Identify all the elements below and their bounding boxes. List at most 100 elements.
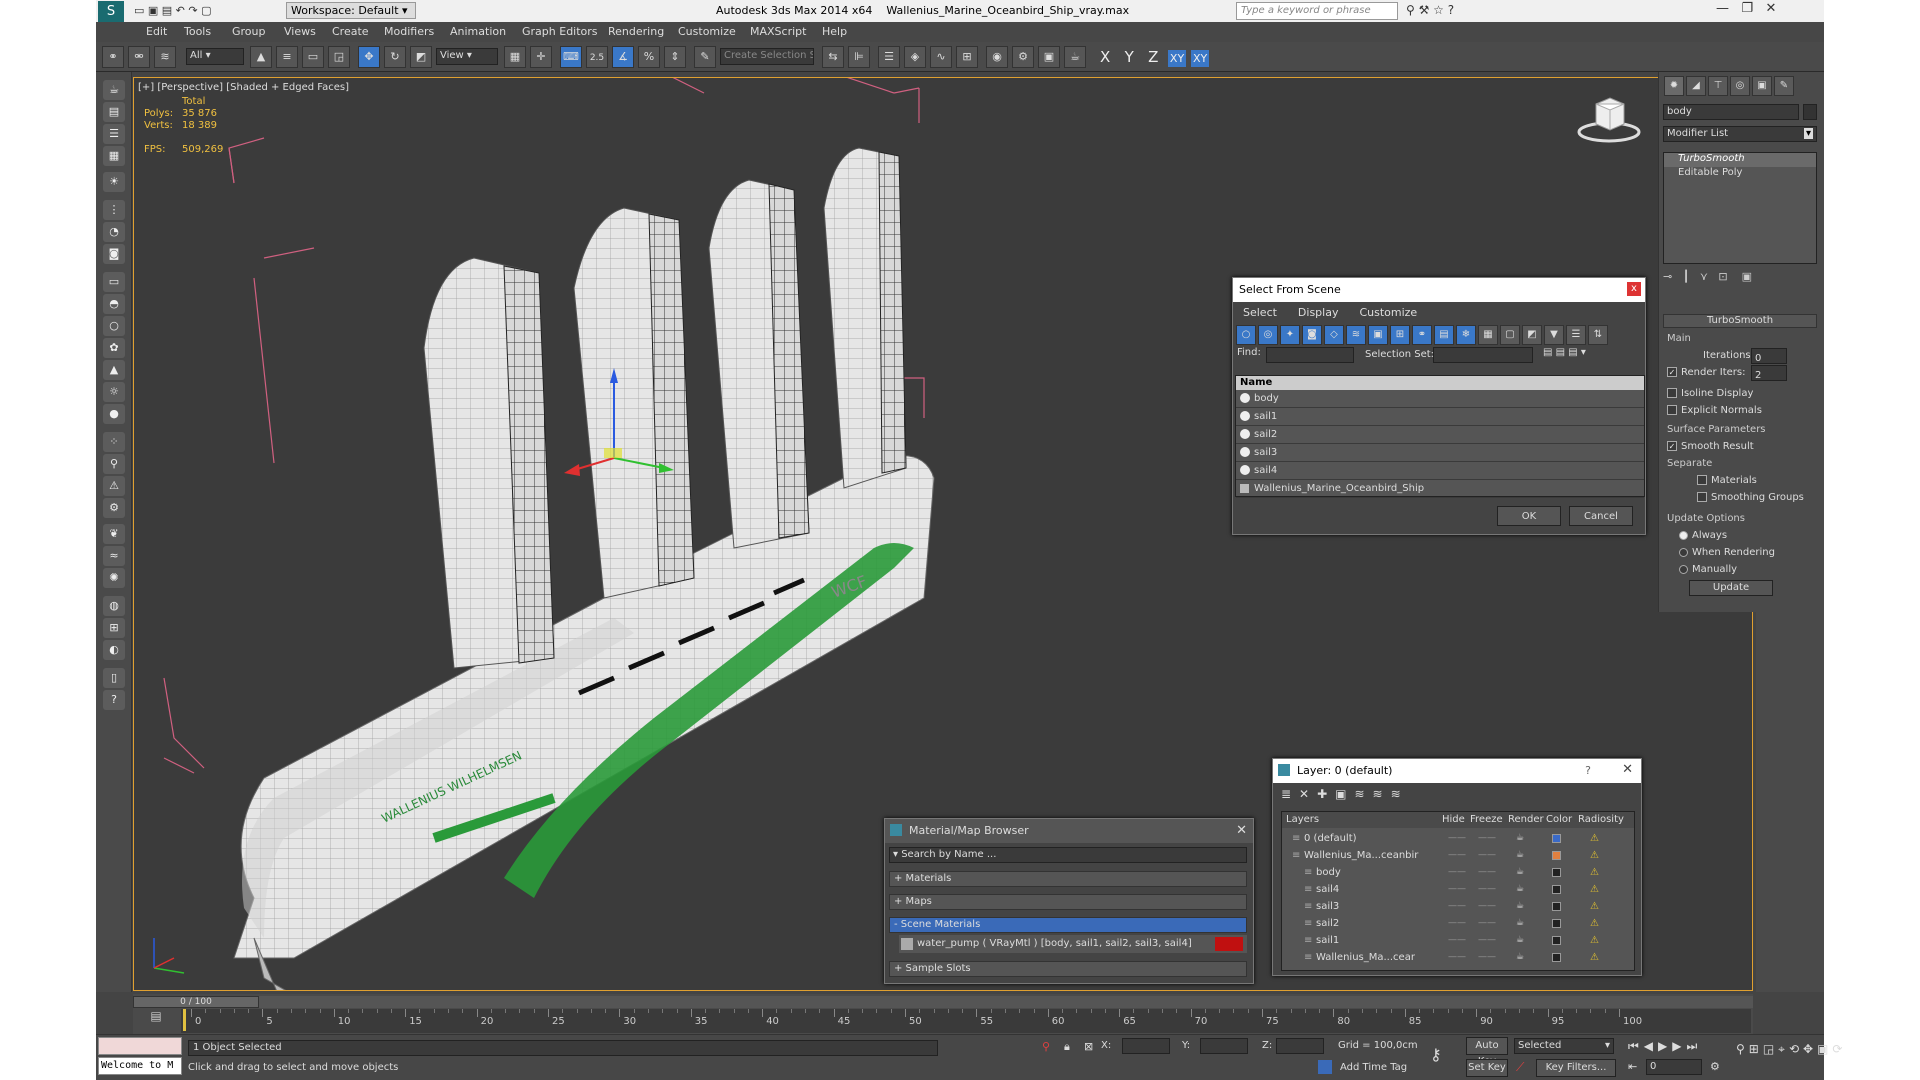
hair-icon[interactable]: ≈ — [103, 546, 125, 566]
sphere-icon[interactable]: ○ — [103, 316, 125, 336]
scene-explorer-icon[interactable]: ⊞ — [103, 618, 125, 638]
rendered-frame-icon[interactable]: ▣ — [1038, 46, 1060, 68]
script-icon[interactable]: ▯ — [103, 668, 125, 688]
object-color-swatch[interactable] — [1803, 104, 1817, 120]
cloth-icon[interactable]: ✺ — [103, 568, 125, 588]
display-icon[interactable]: ◙ — [103, 244, 125, 264]
motion-icon[interactable]: ◔ — [103, 222, 125, 242]
layer-row[interactable]: ≡ sail4 —— —— ☕ ⚠ — [1284, 881, 1636, 898]
radiosity-icon[interactable]: ⚠ — [1590, 932, 1599, 949]
close-icon[interactable]: ✕ — [1622, 762, 1633, 777]
sun-icon[interactable]: ☼ — [103, 382, 125, 402]
sail-3[interactable] — [708, 179, 810, 549]
filter-xrefs-icon[interactable]: ⊞ — [1390, 325, 1410, 345]
axis-xy-button[interactable]: XY — [1167, 50, 1187, 67]
menu-group[interactable]: Group — [232, 25, 266, 38]
key-filters-button[interactable]: Key Filters... — [1536, 1059, 1616, 1077]
list-item[interactable]: sail1 — [1236, 408, 1644, 426]
rotate-icon[interactable]: ↻ — [384, 46, 406, 68]
menu-customize[interactable]: Customize — [678, 25, 736, 38]
scene-material-item[interactable]: water_pump ( VRayMtl ) [body, sail1, sai… — [899, 935, 1247, 953]
render-iters-spinner[interactable]: 2 — [1751, 365, 1787, 381]
list-item[interactable]: sail4 — [1236, 462, 1644, 480]
time-slider[interactable]: 0 / 100 — [133, 996, 259, 1008]
key-mode-toggle-icon[interactable]: ⇤ — [1628, 1060, 1637, 1073]
menu-maxscript[interactable]: MAXScript — [750, 25, 806, 38]
sample-slots-section[interactable]: + Sample Slots — [889, 961, 1247, 977]
axis-y-button[interactable]: Y — [1125, 48, 1134, 66]
help-button[interactable]: ? — [1585, 764, 1591, 777]
lock-icon[interactable]: 🔒︎ — [1064, 1040, 1070, 1054]
display-menu[interactable]: Display — [1298, 306, 1339, 319]
layer-row[interactable]: ≡ Wallenius_Ma...ceanbir —— —— ☕ ⚠ — [1284, 847, 1636, 864]
render-teapot-icon[interactable]: ☕ — [1516, 847, 1524, 864]
filter-helpers-icon[interactable]: ◇ — [1324, 325, 1344, 345]
key-filter-icon[interactable]: ⟋ — [1516, 1060, 1532, 1076]
filter-shapes-icon[interactable]: ◎ — [1258, 325, 1278, 345]
freeze-toggle[interactable]: —— — [1478, 949, 1496, 966]
quick-access-icons[interactable]: ▭ ▣ ▤ ↶ ↷ ▢ — [134, 4, 212, 17]
select-none-icon[interactable]: ▢ — [1500, 325, 1520, 345]
time-cursor[interactable] — [183, 1009, 186, 1031]
select-menu[interactable]: Select — [1243, 306, 1277, 319]
radiosity-icon[interactable]: ⚠ — [1590, 898, 1599, 915]
app-logo-icon[interactable]: S — [98, 1, 124, 22]
schematic-view-icon[interactable]: ⊞ — [956, 46, 978, 68]
render-teapot-icon[interactable]: ☕ — [1516, 864, 1524, 881]
hide-column[interactable]: Hide — [1442, 814, 1465, 825]
freeze-toggle[interactable]: —— — [1478, 864, 1496, 881]
magnet-icon[interactable]: ⚲ — [103, 454, 125, 474]
globe-icon[interactable]: ◍ — [103, 596, 125, 616]
named-selection-dropdown[interactable]: Create Selection Se ▾ — [720, 48, 814, 65]
help-icon[interactable]: ? — [103, 690, 125, 710]
layer-color-swatch[interactable] — [1552, 885, 1561, 894]
turbosmooth-rollout-header[interactable]: TurboSmooth — [1663, 314, 1817, 328]
ref-coord-dropdown[interactable]: View ▾ — [436, 48, 498, 65]
menu-help[interactable]: Help — [822, 25, 847, 38]
manually-radio[interactable] — [1679, 564, 1688, 574]
render-teapot-icon[interactable]: ☕ — [1516, 949, 1524, 966]
axis-z-button[interactable]: Z — [1148, 48, 1158, 66]
material-search-input[interactable]: ▾ Search by Name ... — [889, 847, 1247, 863]
layer-manager-icon[interactable]: ☰ — [878, 46, 900, 68]
freeze-toggle[interactable]: —— — [1478, 847, 1496, 864]
maxscript-listener-pink[interactable] — [98, 1037, 182, 1055]
render-column[interactable]: Render — [1508, 814, 1544, 825]
grid-icon[interactable]: ▦ — [103, 146, 125, 166]
filter-groups-icon[interactable]: ▣ — [1368, 325, 1388, 345]
absolute-mode-icon[interactable]: ⊠ — [1084, 1040, 1093, 1053]
x-coord-field[interactable] — [1122, 1038, 1170, 1054]
tripod-icon[interactable]: ⚠ — [103, 476, 125, 496]
align-icon[interactable]: ⊫ — [848, 46, 870, 68]
current-frame-field[interactable]: 0 — [1646, 1059, 1702, 1075]
update-button[interactable]: Update — [1689, 580, 1773, 596]
percent-snap-icon[interactable]: % — [638, 46, 660, 68]
filter-funnel-icon[interactable]: ▼ — [1544, 325, 1564, 345]
always-radio[interactable] — [1679, 530, 1688, 540]
smooth-result-checkbox[interactable]: ✓ — [1667, 441, 1677, 451]
create-tab-icon[interactable]: ✹ — [1664, 76, 1684, 96]
render-icon[interactable]: ☕ — [1064, 46, 1086, 68]
display-tab-icon[interactable]: ▣ — [1752, 76, 1772, 96]
freeze-toggle[interactable]: —— — [1478, 932, 1496, 949]
render-teapot-icon[interactable]: ☕ — [1516, 881, 1524, 898]
radiosity-icon[interactable]: ⚠ — [1590, 830, 1599, 847]
radiosity-icon[interactable]: ⚠ — [1590, 847, 1599, 864]
spinner-snap-icon[interactable]: ⇕ — [664, 46, 686, 68]
curve-editor-icon[interactable]: ∿ — [930, 46, 952, 68]
select-invert-icon[interactable]: ◩ — [1522, 325, 1542, 345]
sail-1[interactable] — [423, 257, 555, 669]
set-key-button[interactable]: Set Key — [1466, 1059, 1508, 1077]
list-item[interactable]: sail3 — [1236, 444, 1644, 462]
layer-table[interactable]: Layers Hide Freeze Render Color Radiosit… — [1281, 811, 1635, 971]
playback-controls[interactable]: ⏮◀▶▶⏭ — [1628, 1039, 1702, 1054]
time-config-icon[interactable]: ⚙ — [1710, 1060, 1720, 1073]
material-editor-icon[interactable]: ◉ — [986, 46, 1008, 68]
smoothing-groups-checkbox[interactable] — [1697, 492, 1707, 502]
layer-color-swatch[interactable] — [1552, 936, 1561, 945]
render-teapot-icon[interactable]: ☕ — [1516, 830, 1524, 847]
keyboard-shortcut-icon[interactable]: ⌨ — [560, 46, 582, 68]
close-icon[interactable]: ✕ — [1236, 823, 1247, 838]
y-coord-field[interactable] — [1200, 1038, 1248, 1054]
axis-xy-cycle-button[interactable]: XY — [1190, 50, 1210, 67]
